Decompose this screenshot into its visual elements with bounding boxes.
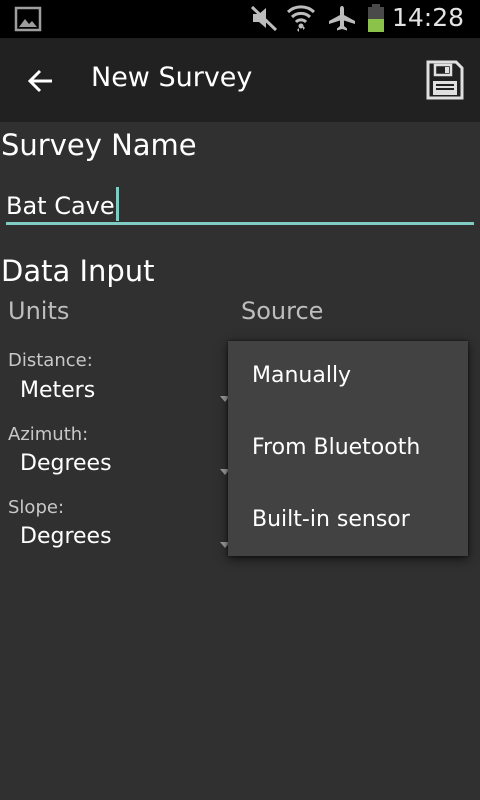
mute-icon [250, 4, 278, 36]
data-input-heading: Data Input [1, 254, 155, 288]
save-button[interactable] [420, 56, 468, 104]
azimuth-label: Azimuth: [8, 424, 89, 445]
status-clock: 14:28 [392, 3, 465, 32]
menu-item-label: Manually [252, 363, 352, 388]
back-button[interactable] [18, 58, 64, 104]
distance-unit-value: Meters [20, 378, 96, 403]
menu-item-label: From Bluetooth [252, 435, 421, 460]
gallery-icon [14, 6, 42, 36]
survey-name-value: Bat Cave [6, 192, 115, 220]
menu-item-from-bluetooth[interactable]: From Bluetooth [228, 413, 468, 485]
menu-item-label: Built-in sensor [252, 507, 410, 532]
source-dropdown-menu: Manually From Bluetooth Built-in sensor [228, 341, 468, 556]
menu-item-built-in-sensor[interactable]: Built-in sensor [228, 485, 468, 557]
wifi-icon [286, 3, 316, 37]
new-survey-screen: 14:28 New Survey Survey Name Bat Cave Da… [0, 0, 480, 800]
slope-unit-value: Degrees [20, 524, 112, 549]
azimuth-unit-spinner[interactable]: Degrees [8, 447, 234, 483]
menu-item-manually[interactable]: Manually [228, 341, 468, 413]
text-cursor [115, 187, 119, 221]
battery-icon [366, 3, 386, 37]
airplane-icon [327, 4, 357, 36]
distance-unit-spinner[interactable]: Meters [8, 374, 234, 410]
slope-label: Slope: [8, 497, 65, 518]
survey-name-heading: Survey Name [1, 128, 197, 162]
survey-name-input[interactable]: Bat Cave [6, 180, 474, 225]
floppy-disk-icon [420, 60, 468, 108]
status-bar: 14:28 [0, 0, 480, 38]
arrow-back-icon [18, 69, 64, 108]
action-bar: New Survey [0, 38, 480, 122]
azimuth-unit-value: Degrees [20, 451, 112, 476]
units-header: Units [8, 297, 70, 325]
source-header: Source [241, 297, 324, 325]
page-title: New Survey [91, 62, 253, 93]
slope-unit-spinner[interactable]: Degrees [8, 520, 234, 556]
distance-label: Distance: [8, 350, 93, 371]
